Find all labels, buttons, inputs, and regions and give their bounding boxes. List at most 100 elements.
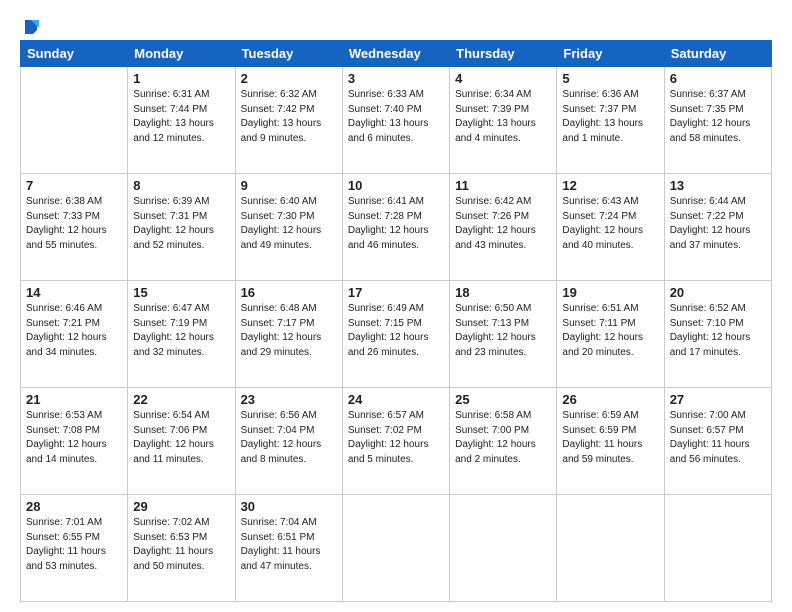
day-number: 1 <box>133 71 229 86</box>
calendar-cell: 9 Sunrise: 6:40 AM Sunset: 7:30 PM Daylig… <box>235 174 342 281</box>
calendar-cell: 18 Sunrise: 6:50 AM Sunset: 7:13 PM Dayli… <box>450 281 557 388</box>
calendar-cell: 29 Sunrise: 7:02 AM Sunset: 6:53 PM Dayli… <box>128 495 235 602</box>
page-header <box>20 18 772 32</box>
week-row-2: 14 Sunrise: 6:46 AM Sunset: 7:21 PM Dayli… <box>21 281 772 388</box>
calendar-cell: 17 Sunrise: 6:49 AM Sunset: 7:15 PM Dayli… <box>342 281 449 388</box>
calendar-cell: 13 Sunrise: 6:44 AM Sunset: 7:22 PM Dayli… <box>664 174 771 281</box>
day-number: 9 <box>241 178 337 193</box>
calendar-cell: 15 Sunrise: 6:47 AM Sunset: 7:19 PM Dayli… <box>128 281 235 388</box>
calendar-cell: 21 Sunrise: 6:53 AM Sunset: 7:08 PM Dayli… <box>21 388 128 495</box>
weekday-thursday: Thursday <box>450 41 557 67</box>
calendar-cell: 25 Sunrise: 6:58 AM Sunset: 7:00 PM Dayli… <box>450 388 557 495</box>
cell-info: Sunrise: 6:54 AM Sunset: 7:06 PM Dayligh… <box>133 409 229 467</box>
weekday-saturday: Saturday <box>664 41 771 67</box>
calendar-cell: 30Sunrise: 7:04 AM Sunset: 6:51 PM Dayli… <box>235 495 342 602</box>
cell-info: Sunrise: 7:04 AM Sunset: 6:51 PM Dayligh… <box>241 516 337 574</box>
cell-info: Sunrise: 6:57 AM Sunset: 7:02 PM Dayligh… <box>348 409 444 467</box>
day-number: 2 <box>241 71 337 86</box>
weekday-wednesday: Wednesday <box>342 41 449 67</box>
calendar-cell <box>450 495 557 602</box>
calendar-cell: 7Sunrise: 6:38 AM Sunset: 7:33 PM Daylig… <box>21 174 128 281</box>
day-number: 18 <box>455 285 551 300</box>
calendar-cell: 6 Sunrise: 6:37 AM Sunset: 7:35 PM Daylig… <box>664 67 771 174</box>
calendar-cell: 23Sunrise: 6:56 AM Sunset: 7:04 PM Dayli… <box>235 388 342 495</box>
cell-info: Sunrise: 6:32 AM Sunset: 7:42 PM Dayligh… <box>241 88 337 146</box>
day-number: 25 <box>455 392 551 407</box>
day-number: 26 <box>562 392 658 407</box>
day-number: 15 <box>133 285 229 300</box>
day-number: 16 <box>241 285 337 300</box>
calendar-cell: 20 Sunrise: 6:52 AM Sunset: 7:10 PM Dayli… <box>664 281 771 388</box>
cell-info: Sunrise: 6:39 AM Sunset: 7:31 PM Dayligh… <box>133 195 229 253</box>
week-row-3: 21 Sunrise: 6:53 AM Sunset: 7:08 PM Dayli… <box>21 388 772 495</box>
logo <box>20 18 39 32</box>
day-number: 11 <box>455 178 551 193</box>
calendar-cell <box>342 495 449 602</box>
day-number: 27 <box>670 392 766 407</box>
day-number: 13 <box>670 178 766 193</box>
calendar-cell: 11Sunrise: 6:42 AM Sunset: 7:26 PM Dayli… <box>450 174 557 281</box>
cell-info: Sunrise: 6:52 AM Sunset: 7:10 PM Dayligh… <box>670 302 766 360</box>
calendar-cell <box>557 495 664 602</box>
cell-info: Sunrise: 6:59 AM Sunset: 6:59 PM Dayligh… <box>562 409 658 467</box>
calendar-cell: 14 Sunrise: 6:46 AM Sunset: 7:21 PM Dayli… <box>21 281 128 388</box>
calendar-cell <box>21 67 128 174</box>
weekday-sunday: Sunday <box>21 41 128 67</box>
day-number: 23 <box>241 392 337 407</box>
day-number: 6 <box>670 71 766 86</box>
weekday-friday: Friday <box>557 41 664 67</box>
calendar-table: SundayMondayTuesdayWednesdayThursdayFrid… <box>20 40 772 602</box>
calendar-cell: 10 Sunrise: 6:41 AM Sunset: 7:28 PM Dayli… <box>342 174 449 281</box>
cell-info: Sunrise: 7:02 AM Sunset: 6:53 PM Dayligh… <box>133 516 229 574</box>
day-number: 22 <box>133 392 229 407</box>
cell-info: Sunrise: 6:37 AM Sunset: 7:35 PM Dayligh… <box>670 88 766 146</box>
calendar-cell: 12Sunrise: 6:43 AM Sunset: 7:24 PM Dayli… <box>557 174 664 281</box>
cell-info: Sunrise: 7:00 AM Sunset: 6:57 PM Dayligh… <box>670 409 766 467</box>
cell-info: Sunrise: 6:34 AM Sunset: 7:39 PM Dayligh… <box>455 88 551 146</box>
day-number: 4 <box>455 71 551 86</box>
day-number: 28 <box>26 499 122 514</box>
cell-info: Sunrise: 6:36 AM Sunset: 7:37 PM Dayligh… <box>562 88 658 146</box>
cell-info: Sunrise: 6:58 AM Sunset: 7:00 PM Dayligh… <box>455 409 551 467</box>
weekday-monday: Monday <box>128 41 235 67</box>
day-number: 7 <box>26 178 122 193</box>
cell-info: Sunrise: 6:47 AM Sunset: 7:19 PM Dayligh… <box>133 302 229 360</box>
day-number: 8 <box>133 178 229 193</box>
cell-info: Sunrise: 6:50 AM Sunset: 7:13 PM Dayligh… <box>455 302 551 360</box>
weekday-header-row: SundayMondayTuesdayWednesdayThursdayFrid… <box>21 41 772 67</box>
calendar-cell: 4 Sunrise: 6:34 AM Sunset: 7:39 PM Daylig… <box>450 67 557 174</box>
cell-info: Sunrise: 6:51 AM Sunset: 7:11 PM Dayligh… <box>562 302 658 360</box>
week-row-1: 7Sunrise: 6:38 AM Sunset: 7:33 PM Daylig… <box>21 174 772 281</box>
day-number: 10 <box>348 178 444 193</box>
calendar-cell: 28 Sunrise: 7:01 AM Sunset: 6:55 PM Dayli… <box>21 495 128 602</box>
day-number: 29 <box>133 499 229 514</box>
calendar-cell: 1Sunrise: 6:31 AM Sunset: 7:44 PM Daylig… <box>128 67 235 174</box>
cell-info: Sunrise: 6:41 AM Sunset: 7:28 PM Dayligh… <box>348 195 444 253</box>
calendar-cell: 16 Sunrise: 6:48 AM Sunset: 7:17 PM Dayli… <box>235 281 342 388</box>
cell-info: Sunrise: 6:46 AM Sunset: 7:21 PM Dayligh… <box>26 302 122 360</box>
day-number: 14 <box>26 285 122 300</box>
day-number: 12 <box>562 178 658 193</box>
cell-info: Sunrise: 6:44 AM Sunset: 7:22 PM Dayligh… <box>670 195 766 253</box>
cell-info: Sunrise: 6:48 AM Sunset: 7:17 PM Dayligh… <box>241 302 337 360</box>
calendar-cell: 2 Sunrise: 6:32 AM Sunset: 7:42 PM Daylig… <box>235 67 342 174</box>
day-number: 3 <box>348 71 444 86</box>
day-number: 20 <box>670 285 766 300</box>
day-number: 17 <box>348 285 444 300</box>
calendar-cell: 8 Sunrise: 6:39 AM Sunset: 7:31 PM Daylig… <box>128 174 235 281</box>
day-number: 21 <box>26 392 122 407</box>
cell-info: Sunrise: 6:49 AM Sunset: 7:15 PM Dayligh… <box>348 302 444 360</box>
cell-info: Sunrise: 6:40 AM Sunset: 7:30 PM Dayligh… <box>241 195 337 253</box>
calendar-cell: 24 Sunrise: 6:57 AM Sunset: 7:02 PM Dayli… <box>342 388 449 495</box>
calendar-cell: 5Sunrise: 6:36 AM Sunset: 7:37 PM Daylig… <box>557 67 664 174</box>
week-row-0: 1Sunrise: 6:31 AM Sunset: 7:44 PM Daylig… <box>21 67 772 174</box>
day-number: 19 <box>562 285 658 300</box>
week-row-4: 28 Sunrise: 7:01 AM Sunset: 6:55 PM Dayli… <box>21 495 772 602</box>
day-number: 24 <box>348 392 444 407</box>
calendar-cell: 22 Sunrise: 6:54 AM Sunset: 7:06 PM Dayli… <box>128 388 235 495</box>
cell-info: Sunrise: 6:53 AM Sunset: 7:08 PM Dayligh… <box>26 409 122 467</box>
calendar-cell: 26 Sunrise: 6:59 AM Sunset: 6:59 PM Dayli… <box>557 388 664 495</box>
calendar-cell: 27 Sunrise: 7:00 AM Sunset: 6:57 PM Dayli… <box>664 388 771 495</box>
cell-info: Sunrise: 7:01 AM Sunset: 6:55 PM Dayligh… <box>26 516 122 574</box>
calendar-cell: 19 Sunrise: 6:51 AM Sunset: 7:11 PM Dayli… <box>557 281 664 388</box>
